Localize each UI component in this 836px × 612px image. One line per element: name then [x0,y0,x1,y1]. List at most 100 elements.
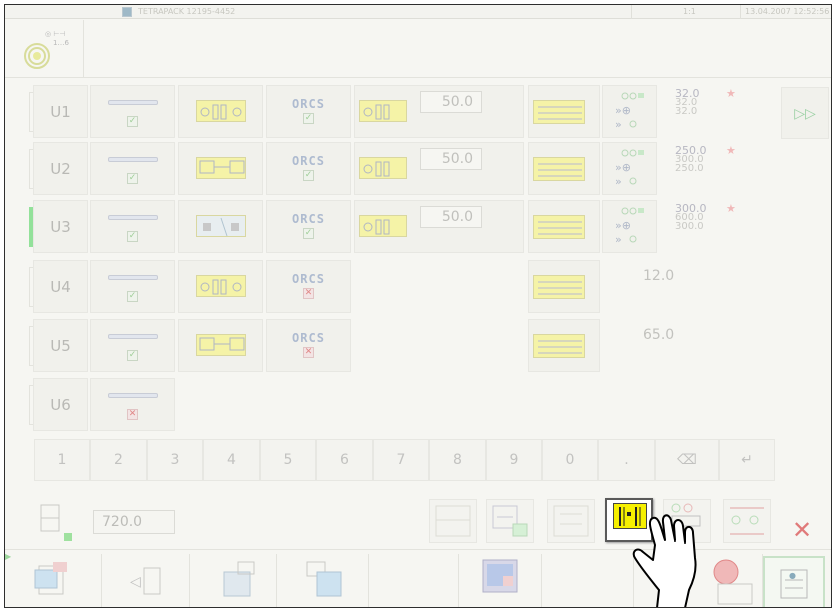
orcs-label: ORCS [292,212,325,226]
star-icon: ★ [726,87,736,100]
shaft-icon [108,393,158,398]
keypad-key[interactable]: 8 [429,439,486,481]
orcs-cell[interactable]: ORCS ✕ [266,260,351,313]
nav-upload-button[interactable] [277,554,369,607]
tool-cell[interactable] [178,85,263,138]
nav-back-button[interactable]: ◁ [102,554,190,607]
ok-check-icon: ✓ [127,231,138,242]
svg-text:◁: ◁ [130,574,141,590]
length-cell[interactable]: 50.0 [354,200,524,253]
backspace-key[interactable]: ⌫ [655,439,719,481]
nav-download-button[interactable] [190,554,277,607]
hash-tool-icon [196,334,246,356]
tool-cell[interactable] [178,142,263,195]
enter-key[interactable]: ↵ [719,439,775,481]
svg-text:1…6: 1…6 [53,39,69,47]
keypad-key[interactable]: . [598,439,655,481]
scheme-value: 65.0 [643,327,675,343]
unit-spacing-button[interactable] [723,499,771,543]
orcs-cell[interactable]: ORCS ✓ [266,142,351,195]
length-cell[interactable]: 50.0 [354,85,524,138]
scheme-cell[interactable] [528,260,600,313]
unit-label[interactable]: U1 [33,85,88,138]
scheme-cell[interactable] [528,200,600,253]
scheme-cell[interactable] [528,85,600,138]
cancel-icon[interactable]: ✕ [787,515,817,545]
orcs-label: ORCS [292,331,325,345]
keypad-key[interactable]: 5 [260,439,316,481]
keypad-key[interactable]: 6 [316,439,373,481]
nav-blank-button[interactable] [369,554,459,607]
keypad-key[interactable]: 4 [203,439,260,481]
keypad-key[interactable]: 9 [486,439,542,481]
length-value[interactable]: 50.0 [420,206,482,228]
next-page-button[interactable]: ▷▷ [781,87,829,139]
unit-label[interactable]: U2 [33,142,88,195]
layout-button-3[interactable] [547,499,595,543]
svg-text:»: » [615,175,622,188]
keypad-key[interactable]: 0 [542,439,598,481]
keypad-key[interactable]: 2 [90,439,147,481]
speed-cell[interactable]: »⊕» [602,142,657,195]
unit-label[interactable]: U5 [33,319,88,372]
shaft-cell[interactable]: ✓ [90,319,175,372]
length-icon [359,157,407,179]
nav-monitor-button[interactable] [459,554,542,607]
error-x-icon: ✕ [127,409,138,420]
ok-check-icon: ✓ [303,113,314,124]
orcs-cell[interactable]: ORCS ✓ [266,85,351,138]
scheme-cell[interactable] [528,142,600,195]
ok-check-icon: ✓ [127,350,138,361]
error-x-icon: ✕ [303,347,314,358]
tool-cell[interactable] [178,200,263,253]
speed-cell[interactable]: »⊕» [602,200,657,253]
shaft-cell[interactable]: ✓ [90,260,175,313]
nav-blank-button-2[interactable] [542,554,634,607]
total-length-field[interactable]: 720.0 [93,510,175,534]
machine-length-icon [40,504,72,541]
speed-value: 300.0 [675,221,704,232]
gray-tool-icon [196,215,246,237]
scheme-icon [533,100,585,124]
title-divider [631,5,632,19]
shaft-cell[interactable]: ✕ [90,378,175,431]
keypad-key[interactable]: 3 [147,439,203,481]
unit-label[interactable]: U3 [33,200,88,253]
header-tool-zone: ◎ ⊢⊣ 1…6 [5,20,831,78]
hash-tool-icon [196,157,246,179]
keypad-key[interactable]: 1 [34,439,90,481]
svg-text:»: » [615,118,622,131]
length-icon [359,215,407,237]
ok-check-icon: ✓ [303,170,314,181]
reel-icon[interactable]: ◎ ⊢⊣ 1…6 [23,26,75,70]
scheme-icon [533,275,585,299]
nav-settings-button[interactable]: ● [763,556,825,607]
shaft-cell[interactable]: ✓ [90,85,175,138]
orcs-label: ORCS [292,97,325,111]
unit-label[interactable]: U4 [33,260,88,313]
keypad-key[interactable]: 7 [373,439,429,481]
orcs-cell[interactable]: ORCS ✕ [266,319,351,372]
page-indicator: 1:1 [683,7,696,16]
length-value[interactable]: 50.0 [420,148,482,170]
speed-values: 250.0 300.0 250.0 [675,145,707,174]
scheme-cell[interactable] [528,319,600,372]
scheme-value: 12.0 [643,268,675,284]
length-value[interactable]: 50.0 [420,91,482,113]
shaft-icon [108,100,158,105]
star-icon: ★ [726,144,736,157]
tool-cell[interactable] [178,260,263,313]
layout-button-2[interactable] [486,499,534,543]
length-cell[interactable]: 50.0 [354,142,524,195]
star-icon: ★ [726,202,736,215]
shaft-cell[interactable]: ✓ [90,142,175,195]
speed-values: 300.0 600.0 300.0 [675,203,707,232]
svg-text:●: ● [789,571,796,580]
layout-button-1[interactable] [429,499,477,543]
unit-label[interactable]: U6 [33,378,88,431]
shaft-cell[interactable]: ✓ [90,200,175,253]
nav-order-button[interactable] [5,554,102,607]
orcs-cell[interactable]: ORCS ✓ [266,200,351,253]
tool-cell[interactable] [178,319,263,372]
speed-cell[interactable]: »⊕» [602,85,657,138]
